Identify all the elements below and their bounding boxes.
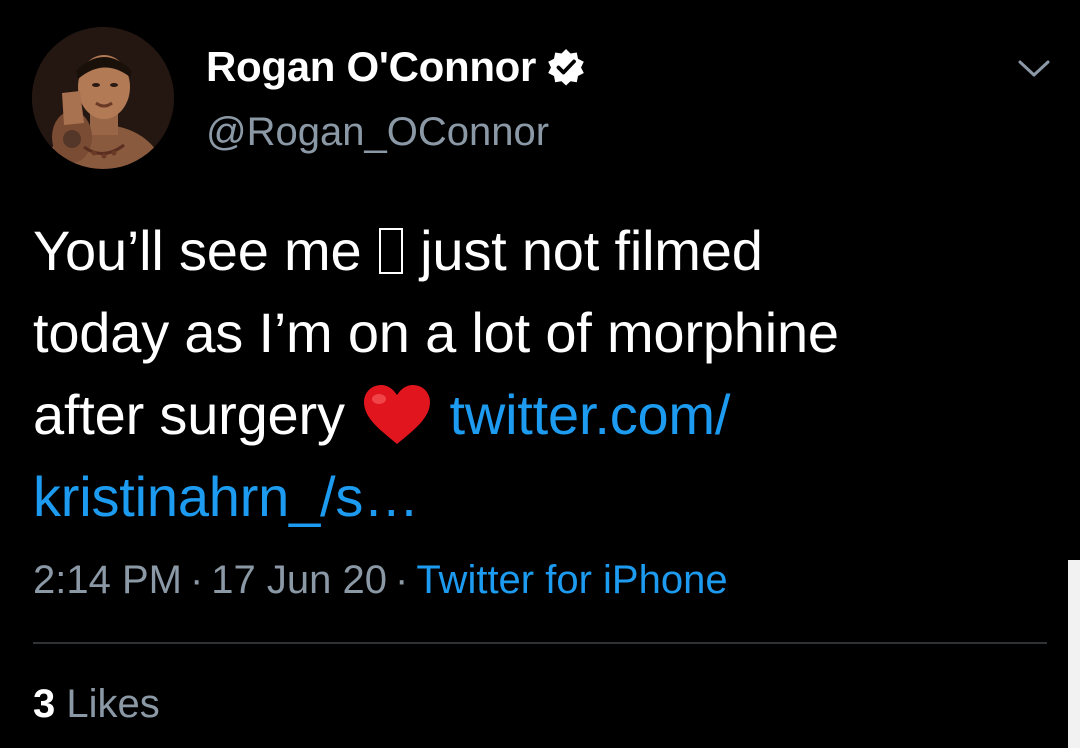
author-handle[interactable]: @Rogan_OConnor: [206, 110, 549, 155]
author-name-row: Rogan O'Connor: [206, 40, 586, 94]
tweet-link[interactable]: kristinahrn_/s…: [33, 465, 419, 528]
screen-edge: [1068, 560, 1080, 748]
likes-label: Likes: [66, 682, 160, 726]
tweet-link[interactable]: twitter.com/: [449, 383, 730, 446]
avatar-image: [32, 27, 174, 169]
chevron-down-icon[interactable]: [1014, 54, 1054, 82]
divider: [33, 642, 1047, 644]
tweet: Rogan O'Connor @Rogan_OConnor You’ll see…: [0, 0, 1080, 748]
tweet-source[interactable]: Twitter for iPhone: [416, 558, 727, 602]
tweet-text: You’ll see me just not filmed today as I…: [33, 210, 1043, 538]
meta-separator: ·: [189, 558, 204, 602]
tweet-text-part: after surgery: [33, 383, 361, 446]
meta-separator: ·: [395, 558, 409, 602]
tweet-time[interactable]: 2:14 PM: [33, 558, 182, 602]
tweet-date[interactable]: 17 Jun 20: [211, 558, 387, 602]
author-display-name[interactable]: Rogan O'Connor: [206, 43, 536, 91]
red-heart-emoji: [360, 382, 434, 448]
likes-stat[interactable]: 3 Likes: [33, 682, 160, 727]
tweet-text-part: You’ll see me: [33, 219, 377, 282]
tweet-meta: 2:14 PM · 17 Jun 20 · Twitter for iPhone: [33, 558, 728, 603]
avatar[interactable]: [32, 27, 174, 169]
missing-emoji-glyph: [378, 228, 403, 274]
tweet-text-part: today as I’m on a lot of morphine: [33, 301, 839, 364]
likes-count: 3: [33, 682, 56, 726]
verified-badge-icon: [546, 47, 586, 87]
tweet-text-part: just not filmed: [404, 219, 763, 282]
